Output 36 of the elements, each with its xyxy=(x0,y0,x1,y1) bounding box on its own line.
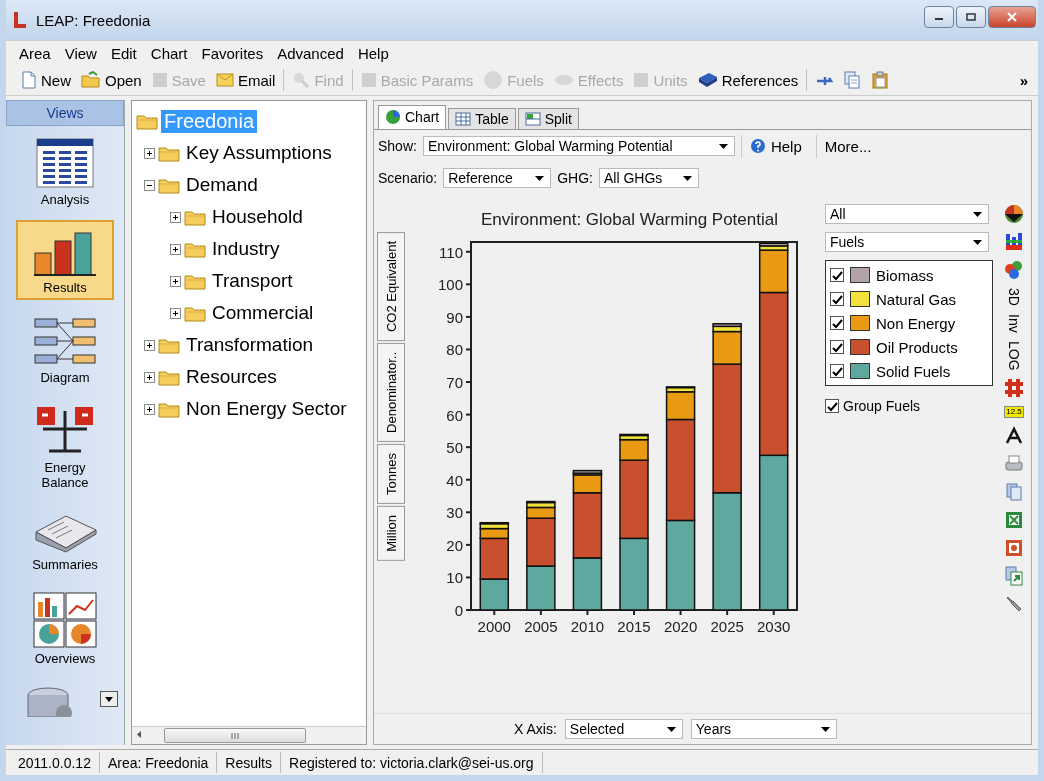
checkbox-label: Group Fuels xyxy=(843,398,921,414)
legend-label: Natural Gas xyxy=(876,290,957,308)
axis-label: 110 xyxy=(438,243,463,261)
axis-label: 40 xyxy=(445,471,463,489)
axis-label: 90 xyxy=(445,308,463,326)
legend-label: Solid Fuels xyxy=(876,362,951,380)
legend-label: Non Energy xyxy=(876,314,956,332)
axis-label: 30 xyxy=(445,504,463,522)
axis-label: 100 xyxy=(437,276,463,294)
status-text: Area: Freedonia xyxy=(99,752,218,773)
axis-label: 70 xyxy=(445,374,463,392)
show-label: Show: xyxy=(378,138,417,154)
axis-label: 2020 xyxy=(663,618,697,635)
axis-label: 2030 xyxy=(756,618,790,635)
axis-label: 10 xyxy=(445,569,463,587)
scenario-label: Scenario: xyxy=(378,170,438,186)
axis-label: 80 xyxy=(445,341,463,359)
status-text: Registered to: victoria.clark@sei-us.org xyxy=(281,752,543,773)
axis-label: 2000 xyxy=(477,618,511,635)
axis-label: 0 xyxy=(454,602,463,619)
status-text: 2011.0.0.12 xyxy=(10,752,100,773)
legend-label: Biomass xyxy=(876,266,934,284)
axis-label: 20 xyxy=(445,536,463,554)
axis-label: 2010 xyxy=(570,618,604,635)
views-header: Views xyxy=(6,100,124,126)
ghg-label: GHG: xyxy=(557,170,593,186)
axis-label: 2005 xyxy=(523,618,558,635)
status-text: Results xyxy=(217,752,281,773)
chart-title: Environment: Global Warming Potential xyxy=(481,210,778,230)
axis-label: 2025 xyxy=(709,618,744,635)
axis-label: 60 xyxy=(445,406,463,424)
x-axis-label: X Axis: xyxy=(514,721,557,737)
axis-label: 2015 xyxy=(616,618,651,635)
legend-label: Oil Products xyxy=(876,338,958,356)
axis-label: 50 xyxy=(445,439,463,457)
window-title: LEAP: Freedonia xyxy=(36,11,151,29)
